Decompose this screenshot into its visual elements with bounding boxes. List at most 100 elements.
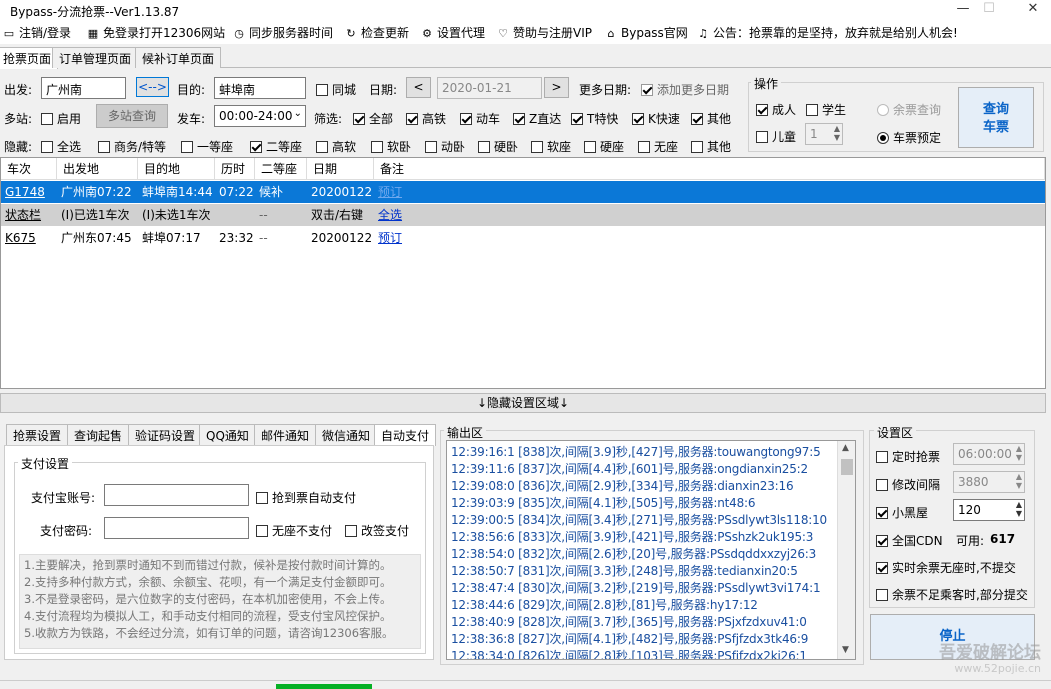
filter-z-checkbox[interactable]: Z直达: [513, 110, 561, 127]
output-scrollbar[interactable]: ▲ ▼: [837, 441, 855, 659]
timed-grab-checkbox[interactable]: 定时抢票: [876, 448, 940, 465]
col-to[interactable]: 目的地: [138, 158, 215, 180]
table-row[interactable]: G1748 广州南07:22 蚌埠南14:44 07:22 候补 2020012…: [1, 181, 1045, 203]
hide-no-seat-checkbox[interactable]: 无座: [638, 138, 678, 155]
hide-soft-sleeper-checkbox[interactable]: 软卧: [371, 138, 411, 155]
blackroom-value-stepper[interactable]: 120 ▲ ▼: [953, 499, 1025, 521]
hide-soft-seat-checkbox[interactable]: 软座: [531, 138, 571, 155]
same-city-checkbox[interactable]: 同城: [316, 81, 356, 98]
hide-settings-toggle[interactable]: ↓隐藏设置区域↓: [0, 393, 1046, 413]
tab-captcha[interactable]: 验证码设置: [128, 424, 203, 445]
results-table[interactable]: 车次 出发地 目的地 历时 二等座 日期 备注 G1748 广州南07:22 蚌…: [0, 157, 1046, 389]
tab-waitlist[interactable]: 候补订单页面: [135, 47, 222, 68]
menu-vip[interactable]: ♡ 赞助与注册VIP: [496, 24, 592, 41]
next-date-button[interactable]: >: [544, 77, 569, 98]
filter-other-checkbox[interactable]: 其他: [691, 110, 731, 127]
log-line: 12:38:54:0 [832]次,间隔[2.6]秒,[20]号,服务器:PSs…: [451, 547, 817, 561]
col-remark[interactable]: 备注: [374, 158, 1045, 180]
blackroom-checkbox[interactable]: 小黑屋: [876, 504, 928, 521]
hide-first-class-checkbox[interactable]: 一等座: [181, 138, 233, 155]
date-input[interactable]: 2020-01-21: [437, 77, 542, 99]
col-second-class[interactable]: 二等座: [255, 158, 307, 180]
menu-proxy[interactable]: ⚙ 设置代理: [420, 24, 485, 41]
to-input[interactable]: 蚌埠南: [214, 77, 306, 99]
tab-qq-notify[interactable]: QQ通知: [199, 424, 256, 445]
tab-grab-settings[interactable]: 抢票设置: [6, 424, 69, 445]
log-line: 12:38:44:6 [829]次,间隔[2.8]秒,[81]号,服务器:hy1…: [451, 598, 758, 612]
log-line: 12:39:03:9 [835]次,间隔[4.1]秒,[505]号,服务器:nt…: [451, 496, 756, 510]
book-link[interactable]: 预订: [374, 181, 434, 203]
col-date[interactable]: 日期: [307, 158, 374, 180]
menu-open-12306[interactable]: ▦ 免登录打开12306网站: [86, 24, 225, 41]
depart-select[interactable]: 00:00-24:00 ⌄: [214, 105, 306, 127]
train-no[interactable]: K675: [1, 227, 57, 249]
adult-checkbox[interactable]: 成人: [756, 101, 796, 118]
child-checkbox[interactable]: 儿童: [756, 128, 796, 145]
hide-business-checkbox[interactable]: 商务/特等: [98, 138, 166, 155]
filter-all-checkbox[interactable]: 全部: [353, 110, 393, 127]
hide-other-checkbox[interactable]: 其他: [691, 138, 731, 155]
tab-auto-pay[interactable]: 自动支付: [374, 424, 437, 446]
col-from[interactable]: 出发地: [57, 158, 138, 180]
enable-multi-checkbox[interactable]: 启用: [41, 110, 81, 127]
hide-hard-seat-checkbox[interactable]: 硬座: [584, 138, 624, 155]
tab-ticket[interactable]: 抢票页面: [0, 47, 59, 69]
national-cdn-checkbox[interactable]: 全国CDN: [876, 532, 943, 549]
child-count-stepper[interactable]: 1 ▲ ▼: [805, 123, 843, 145]
book-link[interactable]: 预订: [374, 227, 434, 249]
tab-mail-notify[interactable]: 邮件通知: [254, 424, 317, 445]
rebook-pay-checkbox[interactable]: 改签支付: [345, 522, 409, 539]
prev-date-button[interactable]: <: [406, 77, 431, 98]
filter-gaotie-checkbox[interactable]: 高铁: [406, 110, 446, 127]
filter-dongche-checkbox[interactable]: 动车: [460, 110, 500, 127]
partial-submit-checkbox[interactable]: 余票不足乘客时,部分提交: [876, 586, 1028, 603]
tab-wechat-notify[interactable]: 微信通知: [315, 424, 378, 445]
table-row[interactable]: 状态栏 (I)已选1车次 (I)未选1车次 -- 双击/右键 全选: [1, 204, 1045, 226]
hide-second-class-checkbox[interactable]: 二等座: [250, 138, 302, 155]
hide-all-checkbox[interactable]: 全选: [41, 138, 81, 155]
hide-emu-sleeper-checkbox[interactable]: 动卧: [425, 138, 465, 155]
scroll-up-icon[interactable]: ▲: [842, 443, 849, 453]
no-seat-no-submit-checkbox[interactable]: 实时余票无座时,不提交: [876, 559, 1016, 576]
hide-high-soft-checkbox[interactable]: 高软: [316, 138, 356, 155]
pay-password-input[interactable]: [104, 517, 249, 539]
tab-query-sale[interactable]: 查询起售: [67, 424, 130, 445]
menu-notice[interactable]: ♫ 公告：抢票靠的是坚持，放弃就是给别人机会!: [696, 24, 958, 41]
scroll-down-icon[interactable]: ▼: [842, 645, 849, 655]
auto-pay-checkbox[interactable]: 抢到票自动支付: [256, 489, 356, 506]
interval-value-stepper[interactable]: 3880 ▲ ▼: [953, 471, 1025, 493]
status-cell[interactable]: 状态栏: [1, 204, 57, 226]
timed-value-stepper[interactable]: 06:00:00 ▲ ▼: [953, 443, 1025, 465]
maximize-button[interactable]: ☐: [966, 0, 1012, 20]
multi-query-button[interactable]: 多站查询: [96, 104, 168, 128]
query-tickets-button[interactable]: 查询 车票: [958, 87, 1034, 148]
hide-hard-sleeper-checkbox[interactable]: 硬卧: [478, 138, 518, 155]
tab-orders[interactable]: 订单管理页面: [52, 47, 139, 68]
filter-t-checkbox[interactable]: T特快: [571, 110, 618, 127]
close-button[interactable]: ✕: [1010, 0, 1051, 20]
swap-button[interactable]: <-->: [136, 77, 169, 97]
student-checkbox[interactable]: 学生: [806, 101, 846, 118]
scroll-thumb[interactable]: [841, 459, 853, 475]
alipay-account-input[interactable]: [104, 484, 249, 506]
pay-password-label: 支付密码:: [40, 524, 93, 538]
menu-check-update[interactable]: ↻ 检查更新: [344, 24, 409, 41]
col-train[interactable]: 车次: [1, 158, 57, 180]
filter-k-checkbox[interactable]: K快速: [632, 110, 680, 127]
booking-radio[interactable]: 车票预定: [877, 129, 941, 146]
menu-sync-time[interactable]: ◷ 同步服务器时间: [232, 24, 333, 41]
train-no[interactable]: G1748: [1, 181, 57, 203]
remain-query-radio[interactable]: 余票查询: [877, 101, 941, 118]
from-input[interactable]: 广州南: [41, 77, 126, 99]
table-row[interactable]: K675 广州东07:45 蚌埠07:17 23:32 -- 20200122 …: [1, 227, 1045, 249]
menu-website[interactable]: ⌂ Bypass官网: [604, 24, 688, 41]
add-more-dates-checkbox[interactable]: 添加更多日期: [641, 81, 729, 98]
modify-interval-checkbox[interactable]: 修改间隔: [876, 476, 940, 493]
from-cell: 广州南07:22: [61, 185, 132, 199]
select-all-link[interactable]: 全选: [374, 204, 434, 226]
no-seat-no-pay-checkbox[interactable]: 无座不支付: [256, 522, 332, 539]
output-log[interactable]: 12:39:16:1 [838]次,间隔[3.9]秒,[427]号,服务器:to…: [446, 440, 856, 660]
col-duration[interactable]: 历时: [215, 158, 255, 180]
menu-login[interactable]: ▭ 注销/登录: [2, 24, 71, 41]
filter-label: 筛选:: [314, 112, 343, 126]
